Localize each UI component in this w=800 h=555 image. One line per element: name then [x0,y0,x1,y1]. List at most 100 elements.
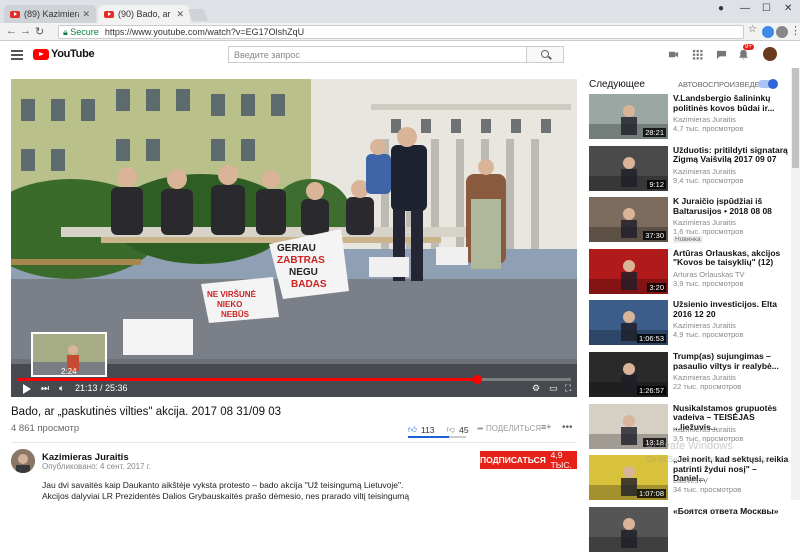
video-duration: 37:30 [643,231,666,241]
maximize-icon[interactable]: ☐ [762,3,771,14]
up-next-heading: Следующее [589,79,645,90]
recommended-video[interactable]: 9:12 Užduotis: pritildyti signatarą Zigmą… [589,145,789,194]
video-duration: 3:20 [647,282,666,292]
close-window-icon[interactable]: ✕ [784,3,792,14]
progress-scrubber[interactable] [472,375,482,384]
browser-tab[interactable]: (89) Kazimieras Juraitis ✕ [4,5,96,23]
new-tab-button[interactable] [187,9,209,21]
video-thumbnail[interactable] [589,506,668,552]
video-channel: Kazimieras Juraitis [673,424,736,434]
video-channel: LaisvėsTV [673,476,709,486]
thumbs-down-icon[interactable]: 👎︎ [446,424,455,435]
recommended-video[interactable]: 1:06:53 Užsienio investicijos. Elta 2016 … [589,300,789,348]
youtube-wordmark: YouTube [51,48,95,60]
video-views: 22 тыс. просмотров [673,382,742,391]
hamburger-menu-icon[interactable] [11,50,23,62]
bookmark-star-icon[interactable]: ☆ [748,24,757,35]
youtube-logo[interactable]: YouTube [33,48,95,60]
youtube-header: YouTube Введите запрос 9+ [0,41,800,68]
thumbs-up-icon[interactable]: 👍︎ [408,424,417,435]
video-title[interactable]: Užsienio investicijos. Elta 2016 12 20 [673,300,789,319]
recommended-video[interactable]: 1:26:57 Trump(as) sujungimas – pasaulio v… [589,351,789,400]
autoplay-toggle[interactable] [758,79,778,89]
tab-label: (89) Kazimieras Juraitis [24,9,79,19]
video-title[interactable]: K Juraičio įspūdžiai iš Baltarusijos • 2… [673,196,789,216]
svg-text:NEGU: NEGU [289,267,318,278]
video-title[interactable]: Užduotis: pritildyti signatarą Zigmą Vai… [673,145,789,165]
url-text: https://www.youtube.com/watch?v=EG17Olsh… [104,27,305,37]
reload-icon[interactable]: ↻ [35,25,44,38]
recommended-video[interactable]: 28:21 V.Landsbergio šalininkų politinės k… [589,93,789,142]
scrollbar-thumb[interactable] [792,68,799,168]
play-icon[interactable] [23,384,31,394]
menu-dots-icon[interactable]: ⋮ [790,24,800,37]
toggle-knob [768,79,778,89]
video-channel: Arturas Orlauskas TV [673,269,745,279]
secure-label: 🔒︎ Secure [63,26,99,37]
search-input[interactable]: Введите запрос [228,46,526,63]
subscribe-button[interactable]: ПОДПИСАТЬСЯ 4,9 ТЫС. [480,450,577,470]
volume-icon[interactable]: 🔈︎ [59,383,64,394]
forward-icon[interactable]: → [20,25,31,37]
activate-windows-watermark: Activate Windows [646,440,733,452]
browser-tab-active[interactable]: (90) Bado, ar „paskutinės ✕ [98,5,190,23]
like-ratio-fill [408,436,450,438]
address-bar[interactable]: 🔒︎ Secure https://www.youtube.com/watch?… [58,25,744,39]
recommended-video[interactable]: 37:30 K Juraičio įspūdžiai iš Baltarusijo… [589,196,789,245]
video-thumbnail[interactable]: 9:12 [589,145,668,191]
video-thumbnail[interactable]: 28:21 [589,94,668,139]
back-icon[interactable]: ← [6,25,17,37]
svg-text:NE VIRŠUNĖ: NE VIRŠUNĖ [207,290,257,299]
video-title[interactable]: V.Landsbergio šalininkų politinės kovos … [673,93,789,113]
video-views: 34 тыс. просмотров [673,485,742,495]
extension-icon[interactable] [762,26,774,38]
theater-mode-icon[interactable]: ▭ [549,383,558,394]
svg-text:GERIAU: GERIAU [277,243,316,254]
extension-icon[interactable] [776,26,788,38]
search-button[interactable] [526,46,564,63]
profile-icon[interactable]: ● [718,3,724,14]
tab-close-icon[interactable]: ✕ [176,9,184,20]
time-display: 21:13 / 25:36 [75,383,128,393]
video-title[interactable]: Artūras Orlauskas, akcijos "Kovos be tai… [673,248,789,268]
video-thumbnail[interactable]: 1:26:57 [589,352,668,397]
video-thumbnail[interactable]: 1:06:53 [589,300,668,346]
user-avatar[interactable] [763,47,777,61]
page-scrollbar[interactable] [791,68,800,500]
recommended-video[interactable]: «Боятся ответа Москвы» [589,506,789,555]
settings-gear-icon[interactable]: ⚙︎ [532,383,540,394]
video-duration: 1:07:08 [636,489,666,499]
video-channel: Kazimieras Juraitis [673,115,736,124]
progress-bar[interactable] [17,375,571,384]
video-player[interactable]: GERIAU ZABTRAS NEGU BADAS NE VIRŠUNĖ NIE… [11,79,577,397]
video-channel: Kazimieras Juraitis [673,373,736,382]
video-channel: Kazimieras Juraitis [673,218,736,228]
minimize-icon[interactable]: — [740,3,750,14]
upload-video-icon[interactable] [668,49,679,60]
notifications-bell-icon[interactable] [738,49,749,60]
video-thumbnail[interactable]: 37:30 [589,197,668,243]
video-views: 3,9 тыс. просмотров [673,278,744,288]
add-to-playlist-icon[interactable]: ≡+ [541,422,552,432]
video-title[interactable]: Trump(as) sujungimas – pasaulio viltys i… [673,351,789,371]
youtube-favicon-icon [104,10,114,18]
messages-icon[interactable] [716,49,727,60]
video-thumbnail[interactable]: 3:20 [589,248,668,294]
svg-text:NEBŪS: NEBŪS [221,310,250,319]
video-views: 4,7 тыс. просмотров [673,124,744,133]
fullscreen-icon[interactable]: ⛶ [565,383,571,394]
video-title[interactable]: «Боятся ответа Москвы» [673,506,789,517]
share-button[interactable]: ➦ ПОДЕЛИТЬСЯ [477,424,541,433]
next-icon[interactable]: ⏭ [41,383,49,394]
tab-close-icon[interactable]: ✕ [82,9,90,20]
video-channel: Kazimieras Juraitis [673,321,736,331]
video-duration: 1:06:53 [636,334,666,344]
apps-grid-icon[interactable] [692,49,703,60]
more-actions-icon[interactable]: ••• [562,422,573,433]
youtube-play-icon [33,48,49,60]
publish-date: Опубликовано: 4 сент. 2017 г. [42,462,151,471]
recommended-video[interactable]: 3:20 Artūras Orlauskas, akcijos "Kovos be… [589,248,789,297]
channel-avatar[interactable] [11,449,35,473]
description-line: Jau dvi savaitės kaip Daukanto aikštėje … [42,480,404,490]
svg-text:ZABTRAS: ZABTRAS [277,255,325,266]
